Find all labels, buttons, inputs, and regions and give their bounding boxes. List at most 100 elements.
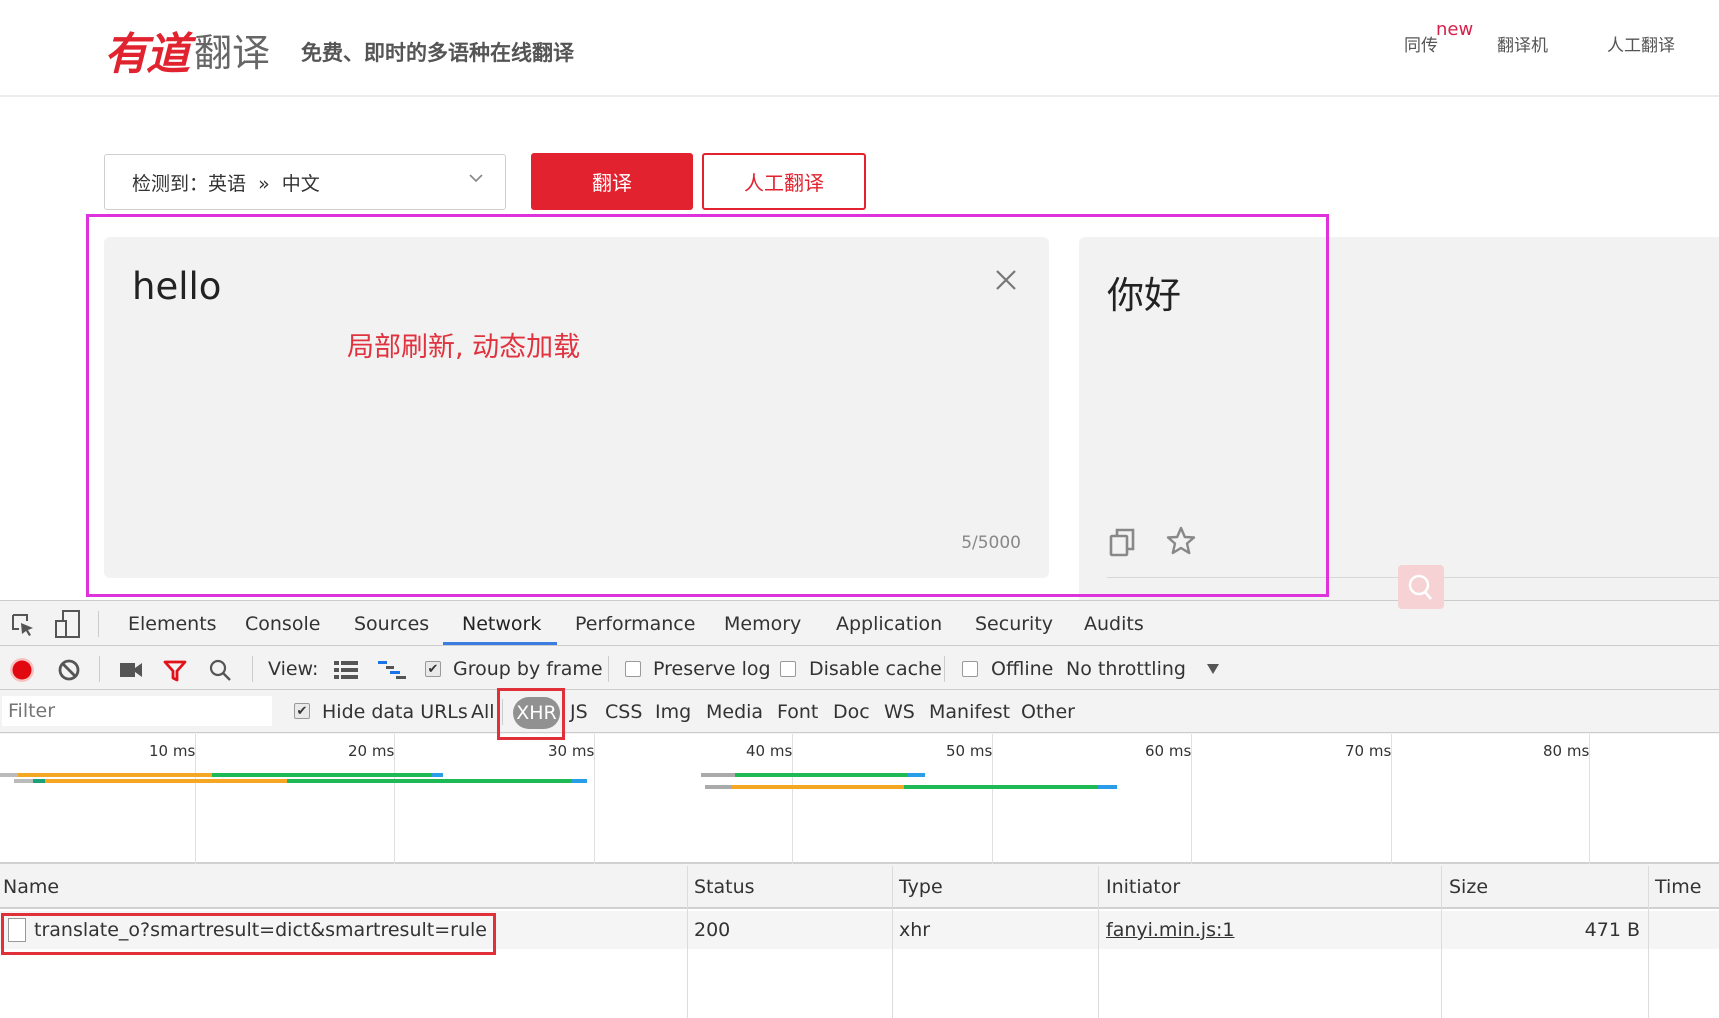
tick-label: 10 ms	[149, 742, 196, 760]
logo-text[interactable]: 翻译	[194, 22, 270, 77]
waterfall-waiting-bar	[45, 779, 287, 783]
waterfall-end-bar	[571, 779, 587, 783]
column-separator[interactable]	[1098, 866, 1099, 1018]
overview-waterfall-icon[interactable]	[378, 660, 406, 680]
network-toolbar: View: ✔ Group by frame Preserve log Disa…	[0, 647, 1719, 690]
nav-translator-device[interactable]: 翻译机	[1497, 31, 1548, 56]
tab-application[interactable]: Application	[836, 613, 942, 635]
filter-type-doc[interactable]: Doc	[833, 701, 870, 723]
human-translate-button[interactable]: 人工翻译	[702, 153, 866, 210]
language-select[interactable]: 检测到：英语 » 中文	[104, 154, 506, 210]
slogan: 免费、即时的多语种在线翻译	[301, 41, 574, 65]
waterfall-queue-bar	[705, 785, 732, 789]
tick-label: 20 ms	[348, 742, 395, 760]
waterfall-download-bar	[735, 773, 907, 777]
search-icon[interactable]	[208, 658, 232, 682]
tick-label: 60 ms	[1145, 742, 1192, 760]
star-icon[interactable]	[1166, 526, 1196, 556]
tab-elements[interactable]: Elements	[128, 613, 217, 635]
filter-type-other[interactable]: Other	[1021, 701, 1075, 723]
separator	[99, 656, 100, 682]
preserve-log-label[interactable]: Preserve log	[653, 658, 771, 680]
translation-result-panel: 你好	[1079, 237, 1719, 607]
column-header-type[interactable]: Type	[899, 876, 943, 898]
preserve-log-checkbox[interactable]	[625, 661, 641, 677]
request-size: 471 B	[1584, 919, 1640, 941]
devtools-panel: Elements Console Sources Network Perform…	[0, 600, 1719, 1018]
hide-data-urls-checkbox[interactable]: ✔	[294, 703, 310, 719]
throttling-select[interactable]: No throttling	[1066, 658, 1186, 680]
separator	[944, 656, 945, 682]
filter-type-font[interactable]: Font	[777, 701, 818, 723]
tab-security[interactable]: Security	[975, 613, 1053, 635]
site-header: 有道 翻译 免费、即时的多语种在线翻译 同传 new 翻译机 人工翻译	[0, 0, 1719, 97]
column-header-initiator[interactable]: Initiator	[1106, 876, 1180, 898]
active-tab-indicator	[443, 642, 557, 645]
disable-cache-checkbox[interactable]	[780, 661, 796, 677]
tab-network[interactable]: Network	[462, 613, 541, 635]
chevron-down-icon	[469, 174, 483, 183]
nav-human-translation[interactable]: 人工翻译	[1607, 31, 1675, 56]
tab-performance[interactable]: Performance	[575, 613, 695, 635]
offline-checkbox[interactable]	[962, 661, 978, 677]
filter-type-all[interactable]: All	[471, 701, 495, 723]
nav-simultaneous-interpretation[interactable]: 同传	[1404, 31, 1438, 56]
screenshot-capture-icon[interactable]	[119, 661, 143, 679]
column-header-name[interactable]: Name	[3, 876, 59, 898]
view-label: View:	[268, 658, 319, 680]
network-filter-bar: ✔ Hide data URLs All XHR JS CSS Img Medi…	[0, 688, 1719, 740]
column-header-time[interactable]: Time	[1655, 876, 1702, 898]
request-status: 200	[694, 919, 731, 941]
network-overview-timeline[interactable]: 10 ms 20 ms 30 ms 40 ms 50 ms 60 ms 70 m…	[0, 734, 1719, 864]
waterfall-download-bar	[287, 779, 571, 783]
inspect-element-icon[interactable]	[10, 612, 36, 638]
filter-input[interactable]	[2, 696, 272, 726]
record-icon[interactable]	[8, 656, 36, 684]
column-separator[interactable]	[1441, 866, 1442, 1018]
translate-button[interactable]: 翻译	[531, 153, 693, 210]
filter-icon[interactable]	[163, 659, 187, 683]
annotation-text: 局部刷新, 动态加载	[347, 332, 581, 363]
group-by-frame-label[interactable]: Group by frame	[453, 658, 603, 680]
close-icon[interactable]	[993, 267, 1019, 293]
large-request-rows-icon[interactable]	[334, 660, 358, 680]
waterfall-queue-bar	[0, 773, 18, 777]
source-text-panel[interactable]: hello 局部刷新, 动态加载 5/5000	[104, 237, 1049, 578]
waterfall-end-bar	[1098, 785, 1117, 789]
tick-label: 40 ms	[746, 742, 793, 760]
tab-console[interactable]: Console	[245, 613, 320, 635]
column-header-size[interactable]: Size	[1449, 876, 1488, 898]
tab-sources[interactable]: Sources	[354, 613, 429, 635]
filter-type-media[interactable]: Media	[706, 701, 763, 723]
device-toolbar-icon[interactable]	[54, 609, 82, 639]
youdao-logo[interactable]: 有道	[104, 18, 190, 82]
dropdown-arrow-icon[interactable]	[1207, 664, 1219, 674]
source-text-input[interactable]: hello	[132, 265, 221, 308]
devtools-tab-bar: Elements Console Sources Network Perform…	[0, 601, 1719, 646]
new-badge: new	[1436, 19, 1474, 40]
tab-audits[interactable]: Audits	[1084, 613, 1144, 635]
group-by-frame-checkbox[interactable]: ✔	[425, 661, 441, 677]
column-separator[interactable]	[687, 866, 688, 1018]
hide-data-urls-label[interactable]: Hide data URLs	[322, 701, 468, 723]
request-initiator-link[interactable]: fanyi.min.js:1	[1106, 919, 1234, 941]
offline-label[interactable]: Offline	[991, 658, 1053, 680]
filter-type-js[interactable]: JS	[570, 701, 588, 723]
filter-type-img[interactable]: Img	[655, 701, 691, 723]
translation-result-text: 你好	[1107, 274, 1181, 317]
filter-type-ws[interactable]: WS	[884, 701, 915, 723]
floating-search-button[interactable]	[1398, 565, 1444, 609]
filter-type-manifest[interactable]: Manifest	[929, 701, 1010, 723]
separator	[608, 656, 609, 682]
waterfall-waiting-bar	[18, 773, 212, 777]
clear-icon[interactable]	[57, 658, 81, 682]
tick-label: 70 ms	[1345, 742, 1392, 760]
column-separator[interactable]	[1648, 866, 1649, 1018]
column-header-status[interactable]: Status	[694, 876, 755, 898]
tab-memory[interactable]: Memory	[724, 613, 801, 635]
disable-cache-label[interactable]: Disable cache	[809, 658, 942, 680]
column-separator[interactable]	[892, 866, 893, 1018]
char-count: 5/5000	[961, 533, 1021, 553]
filter-type-css[interactable]: CSS	[605, 701, 642, 723]
copy-icon[interactable]	[1109, 527, 1137, 557]
